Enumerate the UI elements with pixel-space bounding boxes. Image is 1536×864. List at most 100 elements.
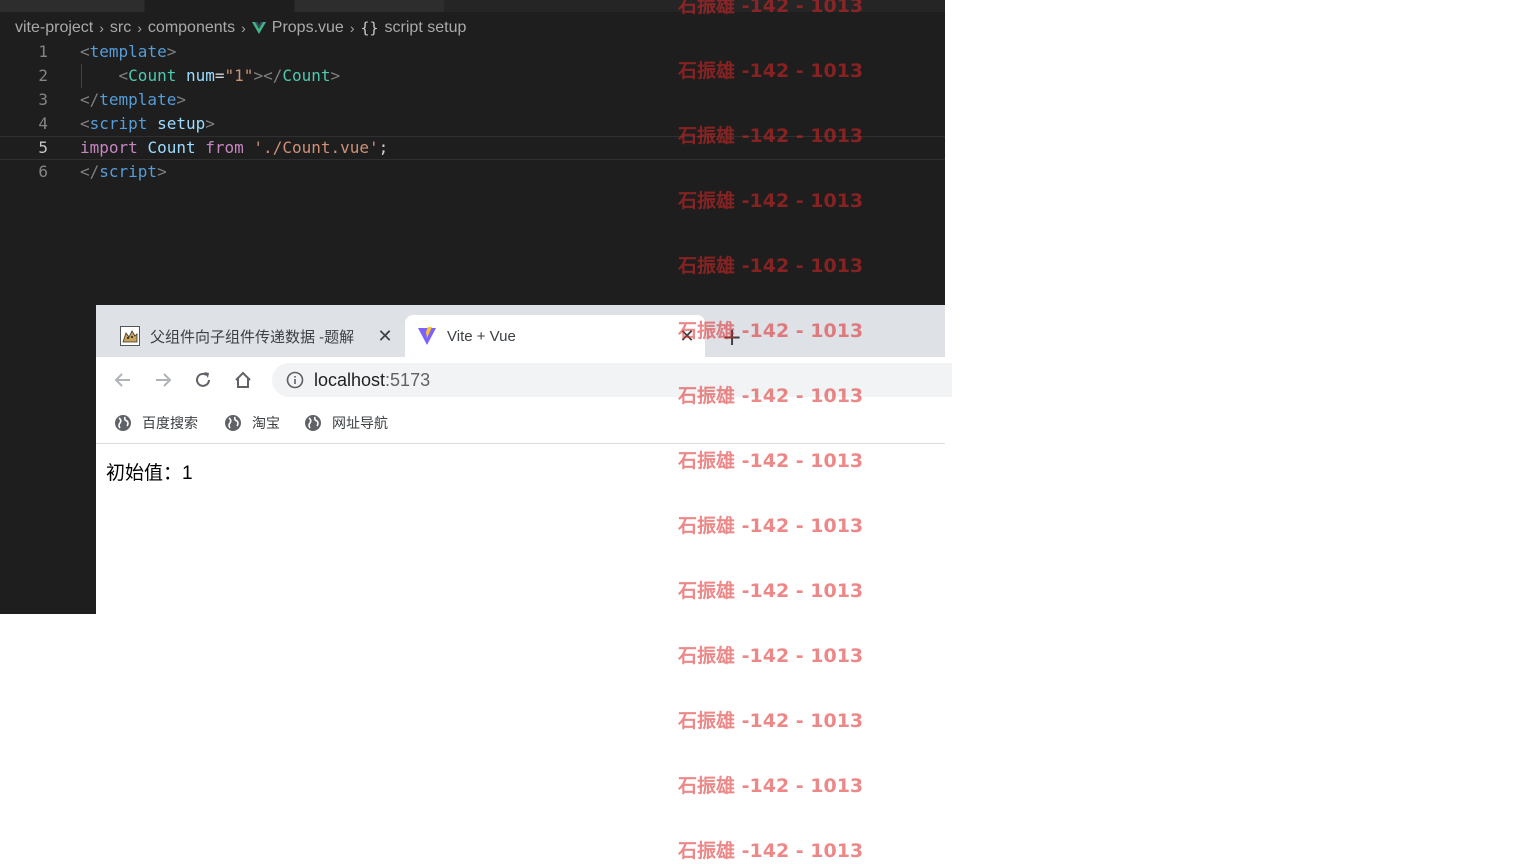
line-number: 5 [38, 138, 48, 157]
code-text: <script setup> [80, 112, 215, 136]
line-number: 2 [38, 66, 48, 85]
code-token: = [214, 66, 225, 85]
home-icon [235, 371, 251, 388]
breadcrumb-item-project[interactable]: vite-project [15, 19, 93, 37]
code-token: > [205, 114, 215, 133]
code-token: </ [80, 162, 100, 181]
tab-close-icon[interactable]: ✕ [675, 326, 699, 347]
code-text: import Count from './Count.vue'; [80, 137, 388, 159]
forward-button[interactable] [148, 365, 178, 395]
code-token: > [176, 90, 186, 109]
code-line[interactable]: 4 <script setup> [0, 112, 945, 136]
code-token: > [166, 42, 177, 61]
code-token: Count [282, 66, 331, 85]
url-host: localhost [314, 369, 386, 390]
home-button[interactable] [228, 365, 258, 395]
globe-icon [305, 415, 321, 431]
info-icon[interactable] [286, 371, 304, 389]
code-token: "1" [224, 66, 254, 85]
code-line[interactable]: 6 </script> [0, 160, 945, 184]
url-port: :5173 [385, 369, 431, 390]
globe-icon [115, 415, 131, 431]
line-number: 4 [38, 114, 48, 133]
browser-tab-inactive[interactable]: 父组件向子组件传递数据 -题解 ✕ [108, 315, 403, 357]
tab-close-icon[interactable]: ✕ [373, 326, 397, 347]
code-token: > [157, 162, 167, 181]
reload-button[interactable] [188, 365, 218, 395]
code-token: </ [80, 90, 100, 109]
code-token: import [80, 138, 138, 157]
reload-icon [196, 372, 210, 387]
cat-favicon-icon [120, 326, 140, 346]
breadcrumb-item-symbol[interactable]: script setup [385, 19, 467, 37]
code-token: setup [157, 114, 206, 133]
editor-tab[interactable] [0, 0, 144, 12]
code-line[interactable]: 5 import Count from './Count.vue'; [0, 136, 945, 160]
url-text: localhost:5173 [314, 370, 430, 391]
code-token: Count [128, 66, 177, 85]
breadcrumb-separator: › [137, 20, 142, 36]
bookmark-label: 网址导航 [332, 415, 388, 431]
browser-toolbar: localhost:5173 [96, 357, 952, 403]
bookmark-taobao[interactable]: 淘宝 [224, 412, 280, 434]
bookmarks-bar: 百度搜索 淘宝 网址导航 [96, 403, 945, 444]
code-token: template [89, 42, 167, 61]
bookmark-label: 淘宝 [252, 415, 280, 431]
code-token: Count [147, 138, 196, 157]
address-bar[interactable]: localhost:5173 [272, 363, 952, 397]
code-token: script [99, 162, 158, 181]
code-token: < [80, 114, 90, 133]
editor-tab-active[interactable] [145, 0, 294, 12]
code-token: num [185, 66, 215, 85]
bookmark-nav[interactable]: 网址导航 [304, 412, 388, 434]
bookmark-label: 百度搜索 [142, 415, 198, 431]
code-line[interactable]: 3 </template> [0, 88, 945, 112]
breadcrumb: vite-project › src › components › Props.… [15, 18, 466, 38]
code-token: template [99, 90, 177, 109]
arrow-right-icon [156, 373, 172, 387]
code-token: from [205, 138, 244, 157]
breadcrumb-item-src[interactable]: src [110, 19, 131, 37]
new-tab-button[interactable]: + [720, 323, 744, 351]
back-button[interactable] [108, 365, 138, 395]
code-text: <template> [80, 40, 176, 64]
editor-tab-strip [0, 0, 945, 12]
code-text: </script> [80, 160, 167, 184]
breadcrumb-item-components[interactable]: components [148, 19, 235, 37]
globe-icon [225, 415, 241, 431]
code-token: < [80, 42, 90, 61]
breadcrumb-separator: › [241, 20, 246, 36]
code-line[interactable]: 2 <Count num="1"></Count> [0, 64, 945, 88]
page-content: 初始值：1 [96, 444, 945, 864]
braces-symbol-icon: {} [360, 19, 379, 37]
line-number: 6 [38, 162, 48, 181]
editor-tab[interactable] [295, 0, 445, 12]
vue-file-icon [251, 22, 266, 34]
initial-value-text: 初始值：1 [106, 463, 193, 484]
code-token: ; [378, 138, 389, 157]
code-token: < [118, 66, 129, 85]
breadcrumb-separator: › [349, 20, 355, 36]
code-text: <Count num="1"></Count> [80, 64, 341, 88]
arrow-left-icon [114, 373, 130, 387]
code-line[interactable]: 1 <template> [0, 40, 945, 64]
code-token: ></ [253, 66, 283, 85]
code-token: script [89, 114, 148, 133]
breadcrumb-item-file[interactable]: Props.vue [272, 19, 344, 37]
tab-title: 父组件向子组件传递数据 -题解 [150, 328, 355, 346]
code-area[interactable]: 1 <template> 2 <Count num="1"></Count> 3 </t… [0, 40, 945, 184]
browser-tab-active[interactable]: Vite + Vue ✕ [405, 315, 705, 357]
line-number: 1 [38, 42, 48, 61]
code-token: > [330, 66, 341, 85]
vite-favicon-icon [418, 327, 436, 345]
code-text: </template> [80, 88, 186, 112]
line-number: 3 [38, 90, 48, 109]
breadcrumb-separator: › [99, 20, 104, 36]
bookmark-baidu[interactable]: 百度搜索 [114, 412, 198, 434]
